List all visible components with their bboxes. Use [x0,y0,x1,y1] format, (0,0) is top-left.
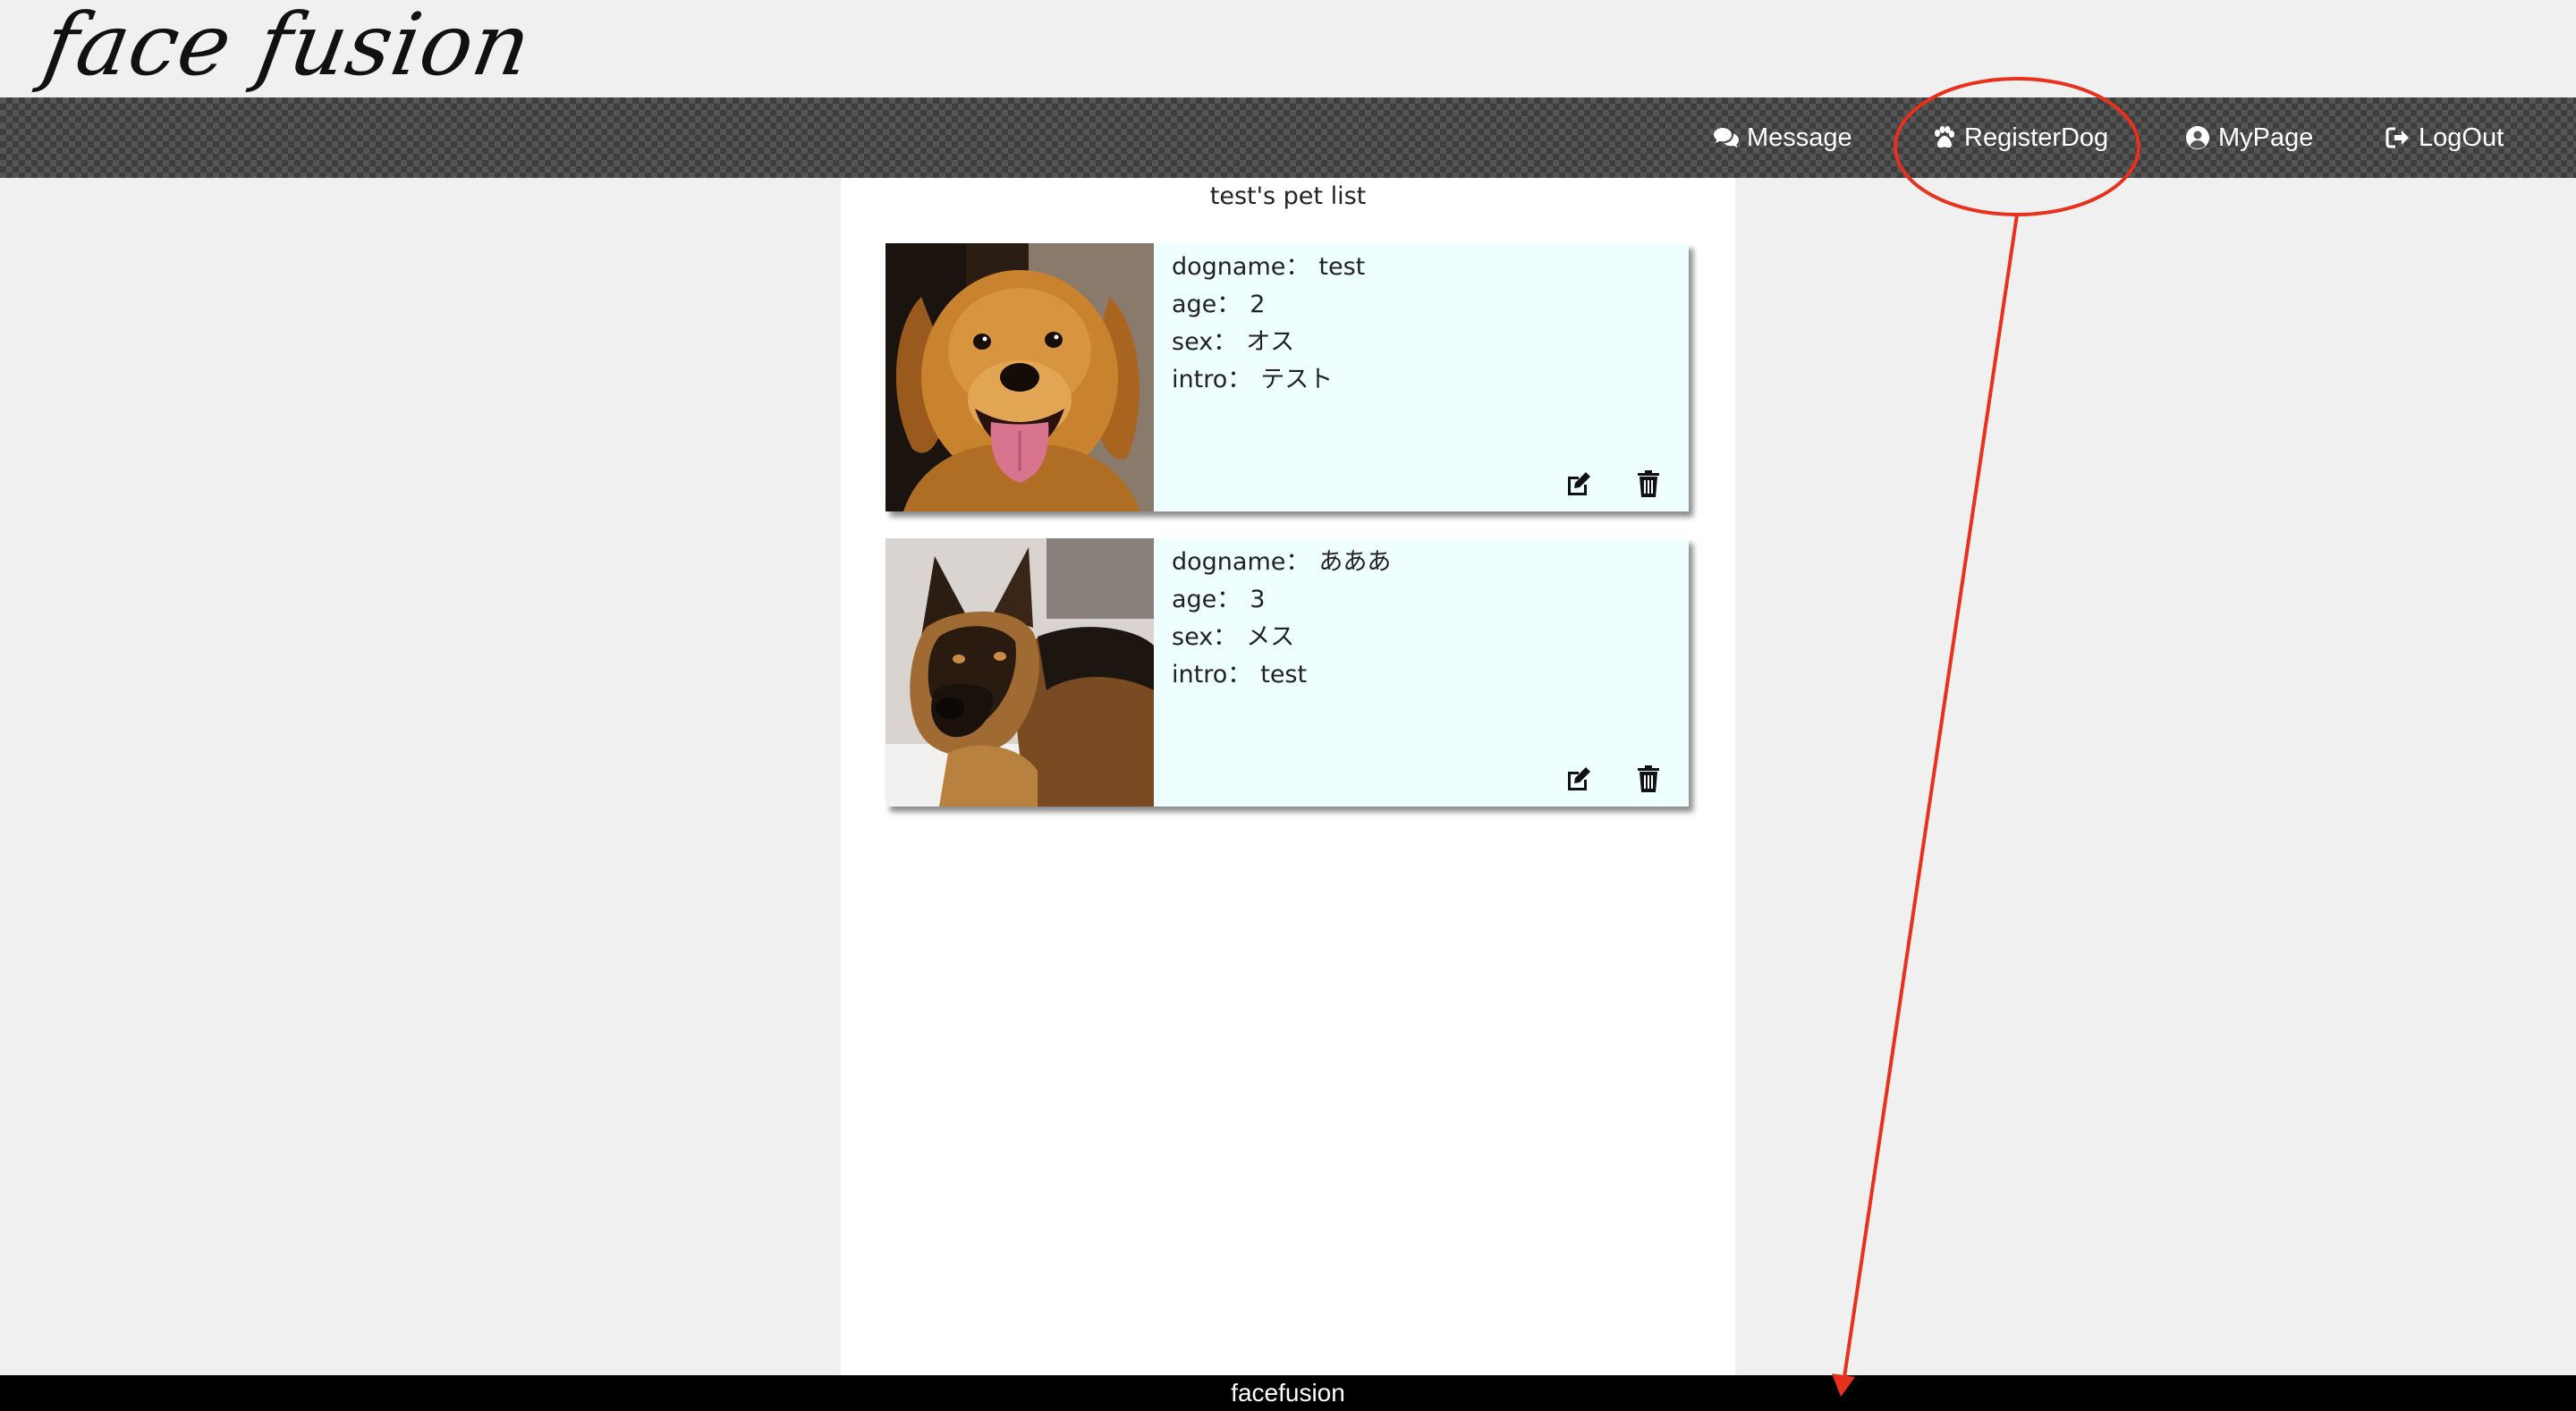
age-label: age： [1172,291,1241,318]
pet-sex-row: sex： メス [1172,619,1673,656]
edit-icon[interactable] [1563,469,1594,499]
nav-register-dog-link[interactable]: RegisterDog [1930,97,2108,178]
nav-register-dog-label: RegisterDog [1964,123,2109,152]
pet-age-row: age： 3 [1172,581,1673,619]
annotation-arrow-line [1843,214,2019,1378]
pet-info: dogname： あああ age： 3 sex： メス intro： test [1172,544,1673,694]
sex-label: sex： [1172,328,1238,356]
pet-sex: メス [1246,623,1295,651]
page-title: test's pet list [1209,182,1367,210]
trash-icon[interactable] [1633,764,1664,794]
sex-label: sex： [1172,623,1238,651]
pet-card: dogname： test age： 2 sex： オス intro： テスト [886,243,1689,511]
dogname-label: dogname： [1172,548,1310,576]
card-actions [1563,469,1664,499]
pet-age-row: age： 2 [1172,286,1673,324]
trash-icon[interactable] [1633,469,1664,499]
pet-intro: test [1260,661,1308,689]
pet-intro-row: intro： テスト [1172,361,1673,399]
nav-message-link[interactable]: Message [1713,97,1852,178]
german-shepherd-photo [886,538,1154,807]
golden-retriever-photo [886,243,1154,511]
pet-dogname: test [1318,253,1366,281]
pet-intro: テスト [1260,366,1334,393]
pet-dogname-row: dogname： test [1172,249,1673,286]
age-label: age： [1172,586,1241,613]
pet-dogname-row: dogname： あああ [1172,544,1673,581]
edit-icon[interactable] [1563,764,1594,794]
nav-mypage-label: MyPage [2218,123,2314,152]
nav-mypage-link[interactable]: MyPage [2184,97,2313,178]
pet-age: 2 [1250,291,1266,318]
footer: facefusion [0,1375,2576,1411]
pet-sex: オス [1246,328,1295,356]
pet-list-panel: test's pet list dogname： test age： 2 sex… [841,178,1735,1375]
intro-label: intro： [1172,661,1252,689]
sign-out-icon [2385,124,2411,151]
pet-intro-row: intro： test [1172,656,1673,694]
user-circle-icon [2184,124,2211,151]
nav-logout-link[interactable]: LogOut [2385,97,2504,178]
card-actions [1563,764,1664,794]
site-logo[interactable]: face fusion [36,0,539,97]
intro-label: intro： [1172,366,1252,393]
pet-age: 3 [1250,586,1266,613]
nav-message-label: Message [1747,123,1852,152]
top-navbar: Message RegisterDog MyPage LogOut [0,97,2576,178]
pet-card: dogname： あああ age： 3 sex： メス intro： test [886,538,1689,807]
dogname-label: dogname： [1172,253,1310,281]
pet-info: dogname： test age： 2 sex： オス intro： テスト [1172,249,1673,399]
comments-icon [1713,124,1740,151]
paw-icon [1930,124,1957,151]
pet-dogname: あああ [1318,548,1392,576]
pet-sex-row: sex： オス [1172,324,1673,361]
nav-logout-label: LogOut [2419,123,2504,152]
